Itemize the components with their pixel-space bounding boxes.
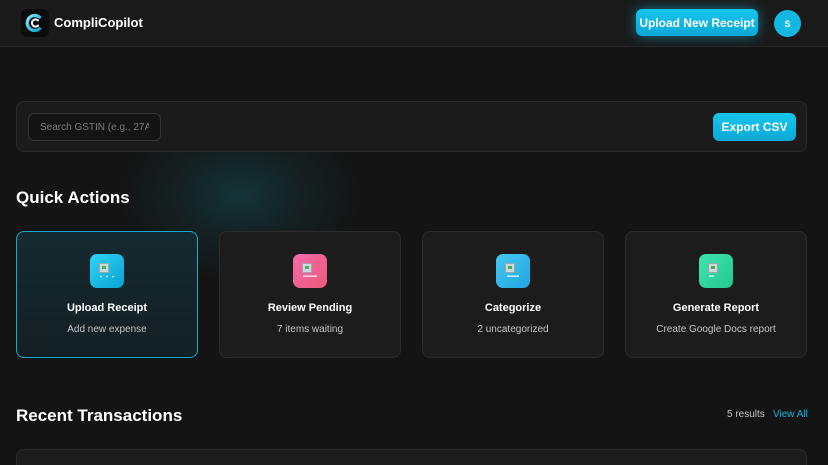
image-icon bbox=[90, 254, 124, 288]
quick-actions-title: Quick Actions bbox=[16, 188, 130, 207]
app-title: CompliCopilot bbox=[54, 15, 143, 30]
card-generate-report[interactable]: Generate Report Create Google Docs repor… bbox=[625, 231, 807, 358]
image-icon bbox=[293, 254, 327, 288]
app-logo-icon[interactable] bbox=[21, 9, 49, 37]
results-count: 5 results bbox=[727, 409, 765, 420]
filter-panel: Export CSV bbox=[16, 101, 807, 152]
image-icon bbox=[699, 254, 733, 288]
card-subtitle: 2 uncategorized bbox=[477, 324, 549, 335]
upload-new-receipt-button[interactable]: Upload New Receipt bbox=[636, 9, 758, 36]
card-title: Categorize bbox=[484, 302, 542, 314]
top-bar: CompliCopilot Upload New Receipt S bbox=[0, 0, 828, 47]
card-upload-receipt[interactable]: Upload Receipt Add new expense bbox=[16, 231, 198, 358]
transactions-table bbox=[16, 449, 807, 465]
card-subtitle: 7 items waiting bbox=[276, 324, 344, 335]
card-title: Upload Receipt bbox=[66, 302, 148, 314]
card-review-pending[interactable]: Review Pending 7 items waiting bbox=[219, 231, 401, 358]
view-all-link[interactable]: View All bbox=[773, 409, 808, 420]
card-categorize[interactable]: Categorize 2 uncategorized bbox=[422, 231, 604, 358]
export-csv-button[interactable]: Export CSV bbox=[713, 113, 796, 141]
card-subtitle: Create Google Docs report bbox=[656, 324, 776, 335]
card-title: Generate Report bbox=[672, 302, 760, 314]
recent-transactions-title: Recent Transactions bbox=[16, 406, 183, 425]
search-gstin-input[interactable] bbox=[28, 113, 161, 141]
card-subtitle: Add new expense bbox=[67, 324, 147, 335]
image-icon bbox=[496, 254, 530, 288]
avatar[interactable]: S bbox=[774, 10, 801, 37]
card-title: Review Pending bbox=[267, 302, 353, 314]
